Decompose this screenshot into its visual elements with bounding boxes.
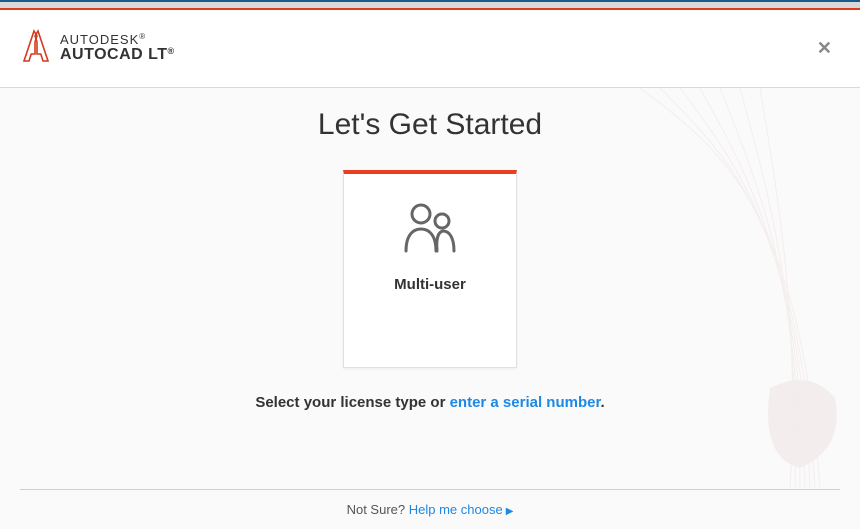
- main-content: Let's Get Started Multi-user Select your…: [0, 88, 860, 480]
- license-card-multi-user[interactable]: Multi-user: [343, 170, 517, 368]
- autodesk-logo-icon: [22, 29, 50, 68]
- multi-user-icon: [400, 198, 460, 258]
- prompt-prefix: Select your license type or: [255, 394, 449, 411]
- chevron-right-icon: ▶: [506, 506, 514, 517]
- brand-company: AUTODESK®: [60, 33, 175, 47]
- prompt-suffix: .: [600, 394, 604, 411]
- license-card-label: Multi-user: [394, 276, 466, 293]
- brand-product: AUTOCAD LT®: [60, 47, 175, 64]
- license-prompt: Select your license type or enter a seri…: [0, 394, 860, 411]
- dialog-footer: Not Sure? Help me choose▶: [20, 489, 840, 517]
- footer-prefix: Not Sure?: [347, 502, 409, 517]
- brand-block: AUTODESK® AUTOCAD LT®: [22, 29, 175, 68]
- page-heading: Let's Get Started: [0, 108, 860, 142]
- dialog-header: AUTODESK® AUTOCAD LT® ✕: [0, 10, 860, 88]
- activation-dialog: AUTODESK® AUTOCAD LT® ✕ Let's Get Starte…: [0, 0, 860, 529]
- window-top-bar: [0, 0, 860, 10]
- close-icon[interactable]: ✕: [811, 32, 838, 65]
- enter-serial-link[interactable]: enter a serial number: [450, 394, 601, 411]
- brand-text: AUTODESK® AUTOCAD LT®: [60, 33, 175, 63]
- help-me-choose-link[interactable]: Help me choose: [409, 502, 503, 517]
